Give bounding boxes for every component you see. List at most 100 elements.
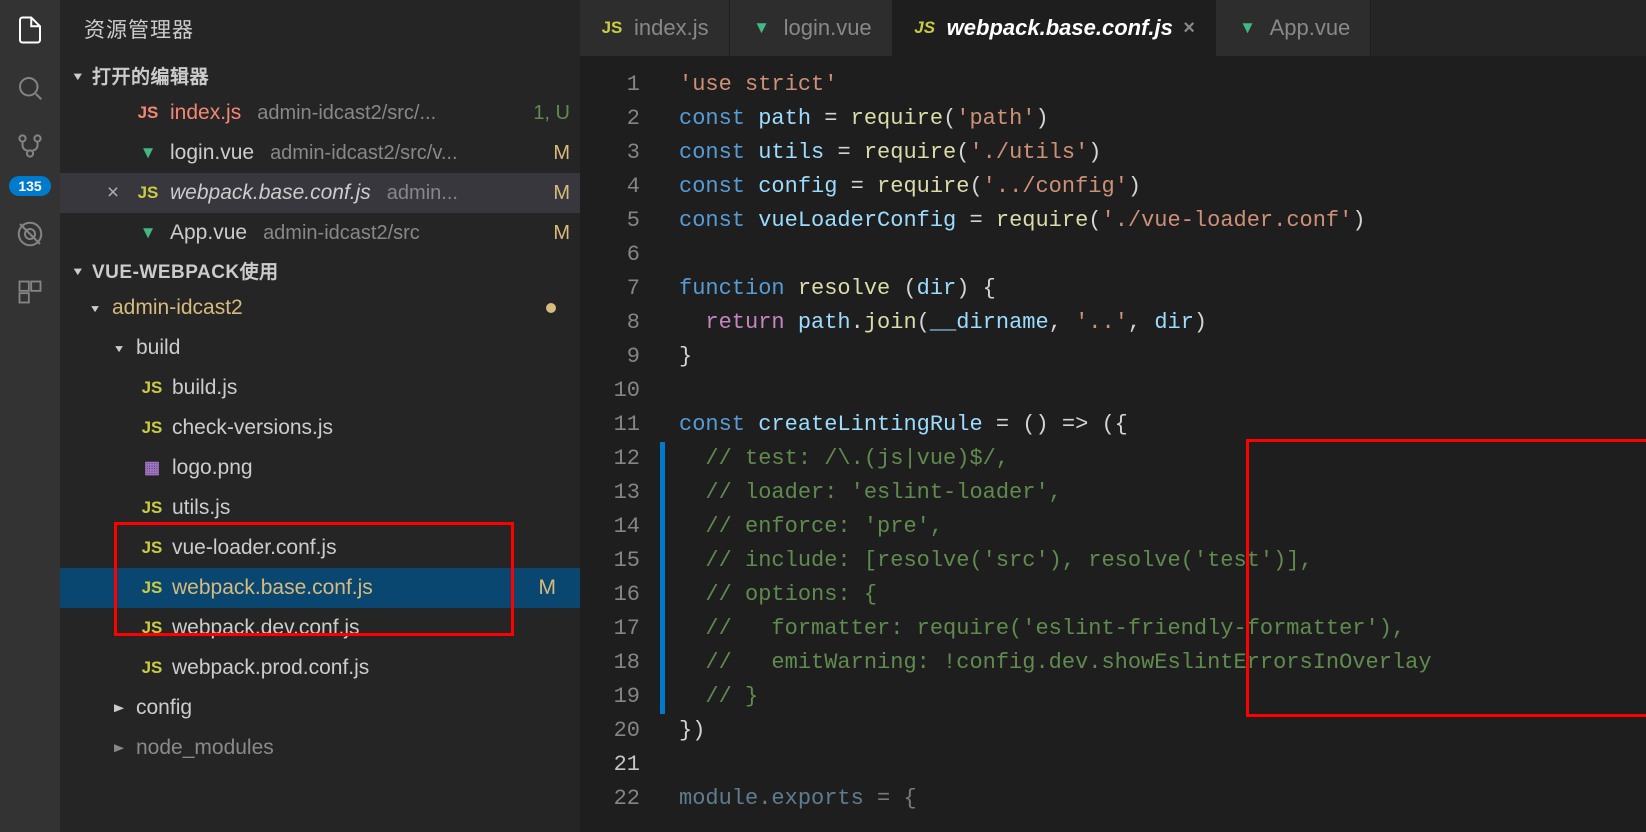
code-line: } <box>679 340 1432 374</box>
tree-file[interactable]: JSutils.js <box>60 488 580 528</box>
open-editor-item[interactable]: ×JSwebpack.base.conf.jsadmin...M <box>60 173 580 213</box>
code-line: const createLintingRule = () => ({ <box>679 408 1432 442</box>
tree-label: logo.png <box>172 456 253 480</box>
line-number: 15 <box>580 544 640 578</box>
tree-folder[interactable]: ▶ node_modules <box>60 728 580 768</box>
code-line <box>679 748 1432 782</box>
tree-file[interactable]: JSbuild.js <box>60 368 580 408</box>
code-line: const config = require('../config') <box>679 170 1432 204</box>
line-number: 14 <box>580 510 640 544</box>
code-line: // enforce: 'pre', <box>679 510 1432 544</box>
line-number: 22 <box>580 782 640 816</box>
tree-label: webpack.base.conf.js <box>172 576 373 600</box>
file-tree: ▼admin-idcast2▼buildJSbuild.jsJScheck-ve… <box>60 288 580 768</box>
tree-folder[interactable]: ▶config <box>60 688 580 728</box>
explorer-icon[interactable] <box>10 10 50 50</box>
open-editor-status: 1, U <box>533 102 570 125</box>
tree-folder[interactable]: ▼admin-idcast2 <box>60 288 580 328</box>
sidebar: 资源管理器 ▼ 打开的编辑器 JS index.js admin-idcast2/s… <box>60 0 580 832</box>
js-file-icon: JS <box>140 658 164 678</box>
js-file-icon: JS <box>600 18 624 38</box>
chevron-right-icon: ▶ <box>110 702 128 715</box>
close-icon[interactable]: × <box>1183 17 1195 40</box>
open-editor-item[interactable]: ▼ App.vue admin-idcast2/src M <box>60 213 580 253</box>
open-editor-item[interactable]: ▼ login.vue admin-idcast2/src/v... M <box>60 133 580 173</box>
code-line: // include: [resolve('src'), resolve('te… <box>679 544 1432 578</box>
open-editor-path: admin... <box>387 182 544 205</box>
line-number: 1 <box>580 68 640 102</box>
line-number: 18 <box>580 646 640 680</box>
tab-label: webpack.base.conf.js <box>947 15 1173 41</box>
editor-tab[interactable]: ▼ login.vue <box>730 0 893 56</box>
line-number: 13 <box>580 476 640 510</box>
extensions-icon[interactable] <box>10 272 50 312</box>
chevron-right-icon: ▶ <box>110 742 128 755</box>
chevron-down-icon: ▼ <box>70 264 86 277</box>
line-number: 11 <box>580 408 640 442</box>
line-number: 6 <box>580 238 640 272</box>
open-editors-header[interactable]: ▼ 打开的编辑器 <box>60 58 580 93</box>
code-line: 'use strict' <box>679 68 1432 102</box>
workspace-header[interactable]: ▼ VUE-WEBPACK使用 <box>60 253 580 288</box>
open-editor-status: M <box>553 182 570 205</box>
js-file-icon: JS <box>140 578 164 598</box>
code-line: const path = require('path') <box>679 102 1432 136</box>
line-number: 21 <box>580 748 640 782</box>
modified-dot-icon <box>546 303 556 313</box>
open-editor-path: admin-idcast2/src <box>263 222 543 245</box>
line-number: 20 <box>580 714 640 748</box>
editor-tab[interactable]: ▼App.vue <box>1216 0 1372 56</box>
tree-file[interactable]: JScheck-versions.js <box>60 408 580 448</box>
chevron-down-icon: ▼ <box>86 302 104 314</box>
open-editor-item[interactable]: JS index.js admin-idcast2/src/... 1, U <box>60 93 580 133</box>
js-file-icon: JS <box>140 418 164 438</box>
debug-icon[interactable] <box>10 214 50 254</box>
vue-file-icon: ▼ <box>750 18 774 38</box>
tree-file[interactable]: ▦logo.png <box>60 448 580 488</box>
js-file-icon: JS <box>140 498 164 518</box>
tree-file[interactable]: JSwebpack.prod.conf.js <box>60 648 580 688</box>
chevron-down-icon: ▼ <box>70 69 86 82</box>
open-editor-status: M <box>553 142 570 165</box>
editor-tab[interactable]: JS webpack.base.conf.js × <box>893 0 1216 56</box>
code-line: // test: /\.(js|vue)$/, <box>679 442 1432 476</box>
js-file-icon: JS <box>913 18 937 38</box>
tab-label: login.vue <box>784 15 872 41</box>
open-editor-name: login.vue <box>170 141 254 165</box>
open-editor-status: M <box>553 222 570 245</box>
line-number: 9 <box>580 340 640 374</box>
search-icon[interactable] <box>10 68 50 108</box>
js-file-icon: JS <box>136 183 160 203</box>
code-line: // emitWarning: !config.dev.showEslintEr… <box>679 646 1432 680</box>
code-content[interactable]: 'use strict'const path = require('path')… <box>665 56 1432 832</box>
chevron-down-icon: ▼ <box>110 342 128 354</box>
vue-file-icon: ▼ <box>136 143 160 163</box>
editor-area: JSindex.js ▼ login.vue JS webpack.base.conf.… <box>580 0 1646 832</box>
code-line: // loader: 'eslint-loader', <box>679 476 1432 510</box>
tab-label: App.vue <box>1270 15 1351 41</box>
line-number: 8 <box>580 306 640 340</box>
open-editors-list: JS index.js admin-idcast2/src/... 1, U ▼ logi… <box>60 93 580 253</box>
code-line: function resolve (dir) { <box>679 272 1432 306</box>
activity-bar: 135 <box>0 0 60 832</box>
tree-folder[interactable]: ▼build <box>60 328 580 368</box>
js-file-icon: JS <box>136 103 160 123</box>
code-line <box>679 238 1432 272</box>
code-line: // } <box>679 680 1432 714</box>
open-editor-path: admin-idcast2/src/... <box>257 102 523 125</box>
tree-label: node_modules <box>136 736 274 760</box>
tree-file[interactable]: JSwebpack.dev.conf.js <box>60 608 580 648</box>
open-editor-name: App.vue <box>170 221 247 245</box>
tree-file[interactable]: JSvue-loader.conf.js <box>60 528 580 568</box>
close-icon[interactable]: × <box>100 181 126 205</box>
vue-file-icon: ▼ <box>136 223 160 243</box>
tree-file[interactable]: JSwebpack.base.conf.jsM <box>60 568 580 608</box>
open-editor-name: index.js <box>170 101 241 125</box>
code-area[interactable]: 12345678910111213141516171819202122 'use… <box>580 56 1646 832</box>
sidebar-title: 资源管理器 <box>60 0 580 58</box>
open-editor-path: admin-idcast2/src/v... <box>270 142 543 165</box>
line-number: 19 <box>580 680 640 714</box>
line-number: 12 <box>580 442 640 476</box>
editor-tab[interactable]: JSindex.js <box>580 0 730 56</box>
source-control-icon[interactable] <box>10 126 50 166</box>
